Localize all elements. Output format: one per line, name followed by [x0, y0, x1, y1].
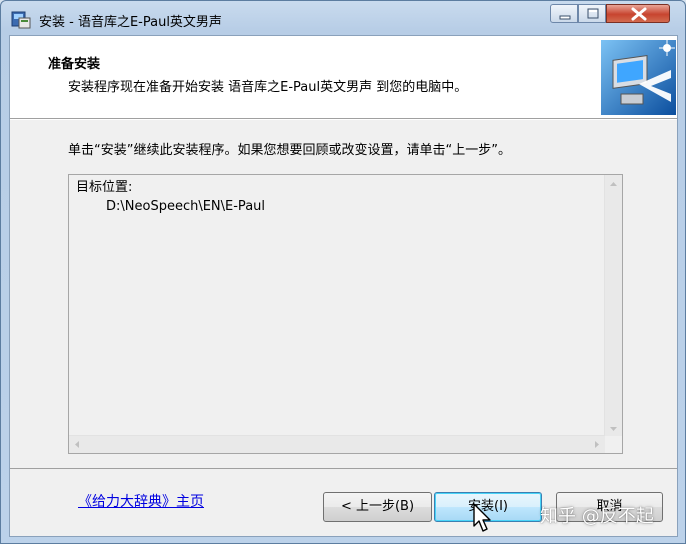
footer-divider — [10, 468, 677, 469]
scrollbar-corner — [605, 436, 622, 453]
triangle-up-icon — [610, 182, 617, 186]
scroll-down-button[interactable] — [605, 420, 622, 437]
triangle-right-icon — [595, 441, 599, 448]
memo-content: 目标位置: D:\NeoSpeech\EN\E-Paul — [76, 178, 265, 216]
close-icon — [631, 7, 647, 21]
watermark: 知乎 @反不起 — [540, 506, 654, 527]
triangle-down-icon — [610, 427, 617, 431]
homepage-link[interactable]: 《给力大辞典》主页 — [78, 491, 204, 511]
window-title: 安装 - 语音库之E-Paul英文男声 — [39, 15, 222, 30]
scroll-right-button[interactable] — [588, 436, 605, 453]
back-button[interactable]: < 上一步(B) — [323, 492, 432, 522]
maximize-icon — [587, 8, 599, 19]
ready-memo[interactable]: 目标位置: D:\NeoSpeech\EN\E-Paul — [68, 174, 623, 454]
computer-install-icon — [601, 40, 676, 115]
scroll-up-button[interactable] — [605, 175, 622, 192]
instruction-text: 单击“安装”继续此安装程序。如果您想要回顾或改变设置，请单击“上一步”。 — [68, 143, 511, 158]
horizontal-scrollbar[interactable] — [69, 435, 605, 453]
destination-path: D:\NeoSpeech\EN\E-Paul — [106, 199, 266, 214]
page-title: 准备安装 — [48, 57, 101, 72]
app-icon — [11, 11, 31, 29]
title-bar[interactable]: 安装 - 语音库之E-Paul英文男声 — [1, 1, 685, 35]
page-subtitle: 安装程序现在准备开始安装 语音库之E-Paul英文男声 到您的电脑中。 — [68, 80, 468, 95]
close-button[interactable] — [606, 4, 670, 23]
minimize-icon — [559, 15, 571, 20]
vertical-scrollbar[interactable] — [604, 175, 622, 437]
scroll-left-button[interactable] — [69, 436, 86, 453]
destination-label: 目标位置: — [76, 180, 133, 195]
mouse-pointer-icon — [473, 503, 491, 532]
installer-window: 安装 - 语音库之E-Paul英文男声 准备安装 安装程序现在准备开始安装 语音… — [0, 0, 686, 544]
wizard-client-area: 准备安装 安装程序现在准备开始安装 语音库之E-Paul英文男声 到您的电脑中。 — [9, 35, 678, 537]
header-divider — [10, 119, 677, 120]
minimize-button[interactable] — [550, 4, 578, 23]
wizard-header: 准备安装 安装程序现在准备开始安装 语音库之E-Paul英文男声 到您的电脑中。 — [10, 36, 677, 119]
triangle-left-icon — [75, 441, 79, 448]
maximize-button[interactable] — [578, 4, 606, 23]
